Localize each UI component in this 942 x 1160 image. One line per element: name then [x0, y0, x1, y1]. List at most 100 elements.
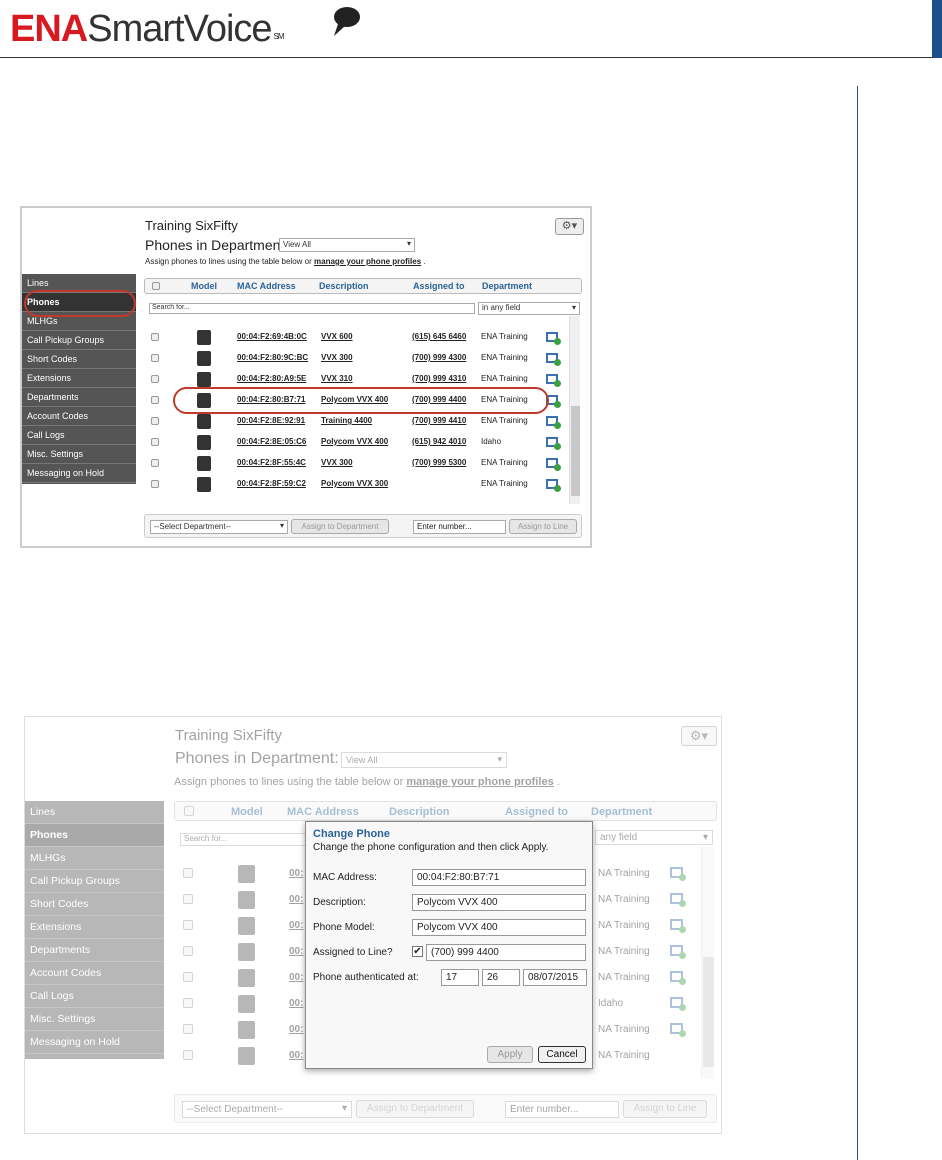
assign-phone-icon[interactable]: [546, 332, 561, 345]
col-description[interactable]: Description: [389, 806, 450, 818]
assigned-line-link[interactable]: (700) 999 4410: [412, 416, 466, 425]
sidebar-item-account-codes[interactable]: Account Codes: [22, 407, 136, 426]
department-select[interactable]: View All ▾: [279, 238, 415, 252]
mac-address-link[interactable]: 00:04:F2:8E:05:C6: [237, 437, 306, 446]
description-link[interactable]: Training 4400: [321, 416, 372, 425]
assign-phone-icon[interactable]: [546, 374, 561, 387]
row-checkbox[interactable]: [183, 946, 193, 956]
assign-phone-icon[interactable]: [546, 437, 561, 450]
assign-department-button[interactable]: Assign to Department: [356, 1100, 474, 1118]
assign-phone-icon[interactable]: [670, 893, 686, 907]
description-link[interactable]: Polycom VVX 300: [321, 479, 388, 488]
assigned-line-link[interactable]: (615) 645 6460: [412, 332, 466, 341]
mac-address-link[interactable]: 00:: [289, 972, 303, 983]
sidebar-item-account-codes[interactable]: Account Codes: [25, 962, 164, 985]
mac-address-link[interactable]: 00:: [289, 1024, 303, 1035]
sidebar-item-call-logs[interactable]: Call Logs: [22, 426, 136, 445]
assigned-line-link[interactable]: (700) 999 4300: [412, 353, 466, 362]
description-link[interactable]: VVX 300: [321, 353, 353, 362]
assign-phone-icon[interactable]: [670, 997, 686, 1011]
sidebar-item-mlhgs[interactable]: MLHGs: [25, 847, 164, 870]
row-checkbox[interactable]: [151, 438, 159, 446]
sidebar-item-misc-settings[interactable]: Misc. Settings: [22, 445, 136, 464]
table-row[interactable]: 00:04:F2:8F:55:4C VVX 300 (700) 999 5300 EN…: [144, 454, 564, 474]
mac-address-link[interactable]: 00:04:F2:8E:92:91: [237, 416, 305, 425]
sidebar-item-short-codes[interactable]: Short Codes: [25, 893, 164, 916]
auth-minute-field[interactable]: 26: [482, 969, 520, 986]
select-all-checkbox[interactable]: [184, 806, 194, 816]
mac-address-link[interactable]: 00:: [289, 894, 303, 905]
select-department-dropdown[interactable]: --Select Department-- ▾: [182, 1101, 352, 1118]
table-scrollbar[interactable]: [701, 847, 714, 1079]
cancel-button[interactable]: Cancel: [538, 1046, 586, 1063]
mac-address-link[interactable]: 00:04:F2:8F:59:C2: [237, 479, 306, 488]
scrollbar-thumb[interactable]: [571, 406, 580, 496]
gear-menu-button[interactable]: ⚙▾: [555, 218, 584, 235]
assigned-line-link[interactable]: (615) 942 4010: [412, 437, 466, 446]
search-input[interactable]: Search for...: [180, 833, 306, 846]
col-description[interactable]: Description: [319, 281, 369, 291]
row-checkbox[interactable]: [151, 396, 159, 404]
sidebar-item-call-pickup-groups[interactable]: Call Pickup Groups: [25, 870, 164, 893]
sidebar-item-call-pickup-groups[interactable]: Call Pickup Groups: [22, 331, 136, 350]
row-checkbox[interactable]: [183, 920, 193, 930]
col-assigned[interactable]: Assigned to: [413, 281, 465, 291]
mac-address-link[interactable]: 00:04:F2:8F:55:4C: [237, 458, 306, 467]
row-checkbox[interactable]: [151, 417, 159, 425]
col-model[interactable]: Model: [191, 281, 217, 291]
sidebar-item-messaging-on-hold[interactable]: Messaging on Hold: [22, 464, 136, 483]
col-mac[interactable]: MAC Address: [287, 806, 359, 818]
col-department[interactable]: Department: [482, 281, 532, 291]
description-link[interactable]: VVX 600: [321, 332, 353, 341]
auth-hour-field[interactable]: 17: [441, 969, 479, 986]
description-link[interactable]: Polycom VVX 400: [321, 437, 388, 446]
manage-phone-profiles-link[interactable]: manage your phone profiles: [314, 257, 421, 266]
row-checkbox[interactable]: [151, 354, 159, 362]
table-row[interactable]: 00:04:F2:69:4B:0C VVX 600 (615) 645 6460 EN…: [144, 328, 564, 348]
phone-model-field[interactable]: Polycom VVX 400: [412, 919, 586, 936]
col-department[interactable]: Department: [591, 806, 652, 818]
assigned-checkbox[interactable]: ✔: [412, 946, 423, 957]
scrollbar-thumb[interactable]: [703, 957, 714, 1067]
col-mac[interactable]: MAC Address: [237, 281, 296, 291]
assign-line-button[interactable]: Assign to Line: [509, 519, 577, 534]
mac-address-link[interactable]: 00:: [289, 946, 303, 957]
mac-address-link[interactable]: 00:: [289, 920, 303, 931]
assign-phone-icon[interactable]: [670, 1023, 686, 1037]
assign-phone-icon[interactable]: [670, 971, 686, 985]
search-scope-select[interactable]: any field ▾: [595, 830, 713, 845]
row-checkbox[interactable]: [151, 333, 159, 341]
row-checkbox[interactable]: [151, 480, 159, 488]
row-checkbox[interactable]: [183, 868, 193, 878]
sidebar-item-lines[interactable]: Lines: [25, 801, 164, 824]
row-checkbox[interactable]: [183, 972, 193, 982]
assign-phone-icon[interactable]: [670, 867, 686, 881]
sidebar-item-messaging-on-hold[interactable]: Messaging on Hold: [25, 1031, 164, 1054]
sidebar-item-departments[interactable]: Departments: [22, 388, 136, 407]
mac-address-link[interactable]: 00:: [289, 868, 303, 879]
assign-phone-icon[interactable]: [546, 416, 561, 429]
description-field[interactable]: Polycom VVX 400: [412, 894, 586, 911]
col-model[interactable]: Model: [231, 806, 263, 818]
mac-address-link[interactable]: 00:: [289, 998, 303, 1009]
sidebar-item-extensions[interactable]: Extensions: [22, 369, 136, 388]
sidebar-item-misc-settings[interactable]: Misc. Settings: [25, 1008, 164, 1031]
select-department-dropdown[interactable]: --Select Department-- ▾: [150, 520, 288, 534]
row-checkbox[interactable]: [183, 1024, 193, 1034]
table-row[interactable]: 00:04:F2:8F:59:C2 Polycom VVX 300 ENA Trai…: [144, 475, 564, 495]
assigned-line-field[interactable]: (700) 999 4400: [426, 944, 586, 961]
assign-phone-icon[interactable]: [546, 458, 561, 471]
col-assigned[interactable]: Assigned to: [505, 806, 568, 818]
search-scope-select[interactable]: in any field ▾: [478, 302, 580, 315]
row-checkbox[interactable]: [151, 375, 159, 383]
description-link[interactable]: VVX 310: [321, 374, 353, 383]
table-row[interactable]: 00:04:F2:8E:92:91 Training 4400 (700) 999 …: [144, 412, 564, 432]
table-row[interactable]: 00:04:F2:80:9C:BC VVX 300 (700) 999 4300 EN…: [144, 349, 564, 369]
manage-phone-profiles-link[interactable]: manage your phone profiles: [406, 776, 553, 788]
table-row[interactable]: 00:04:F2:8E:05:C6 Polycom VVX 400 (615) 94…: [144, 433, 564, 453]
sidebar-item-call-logs[interactable]: Call Logs: [25, 985, 164, 1008]
assign-phone-icon[interactable]: [670, 945, 686, 959]
sidebar-item-extensions[interactable]: Extensions: [25, 916, 164, 939]
sidebar-item-short-codes[interactable]: Short Codes: [22, 350, 136, 369]
row-checkbox[interactable]: [183, 894, 193, 904]
